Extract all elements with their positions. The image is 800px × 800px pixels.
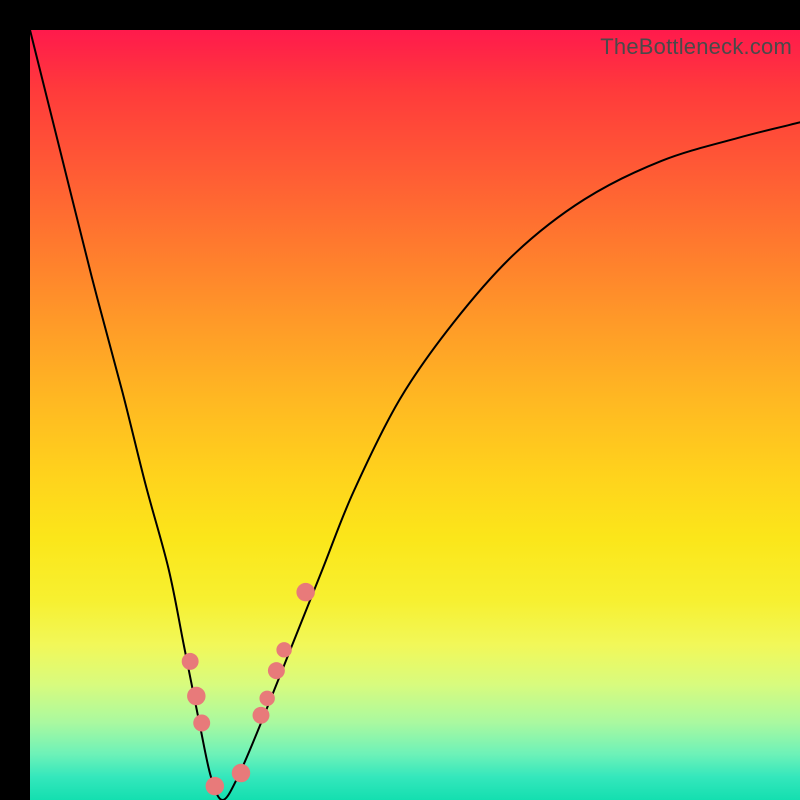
markers-group bbox=[172, 565, 314, 800]
curve-marker-dot bbox=[253, 707, 270, 724]
chart-frame: TheBottleneck.com bbox=[0, 0, 800, 800]
curve-marker-dot bbox=[206, 777, 224, 795]
curve-marker-dot bbox=[276, 642, 291, 657]
curve-marker-dot bbox=[259, 691, 274, 706]
curve-marker-dot bbox=[296, 583, 314, 601]
plot-area: TheBottleneck.com bbox=[30, 30, 800, 800]
bottleneck-curve bbox=[30, 30, 800, 800]
curve-marker-dot bbox=[182, 653, 199, 670]
curve-marker-dot bbox=[268, 662, 285, 679]
curve-marker-dot bbox=[193, 715, 210, 732]
curve-marker-dot bbox=[232, 764, 250, 782]
curve-marker-dot bbox=[187, 687, 205, 705]
curve-layer bbox=[30, 30, 800, 800]
